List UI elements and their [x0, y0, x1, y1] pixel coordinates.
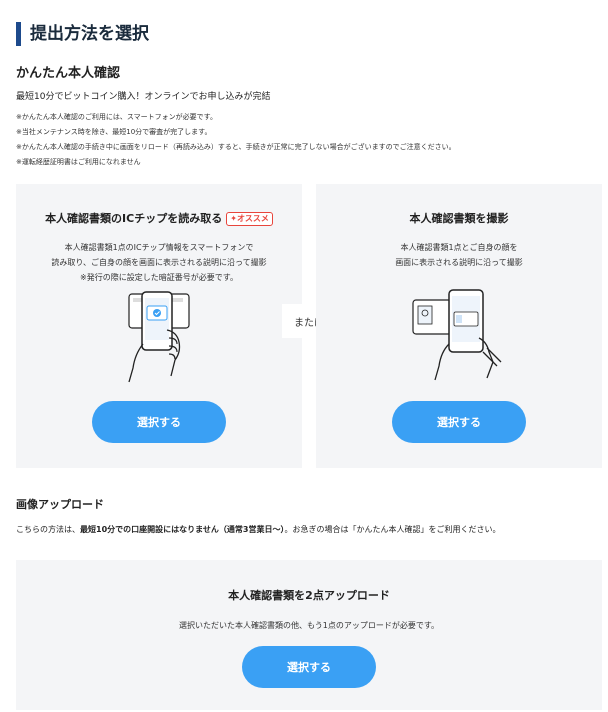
note-item: ※かんたん本人確認のご利用には、スマートフォンが必要です。: [16, 113, 217, 121]
notice-text-before: こちらの方法は、: [16, 525, 80, 534]
note-item: ※運転経歴証明書はご利用になれません: [16, 158, 141, 166]
page-title: 提出方法を選択: [16, 22, 149, 46]
upload-option-desc: 選択いただいた本人確認書類の他、もう1点のアップロードが必要です。: [178, 621, 440, 630]
desc-line: ※発行の際に設定した暗証番号が必要です。: [80, 273, 238, 282]
desc-line: 本人確認書類1点とご自身の顔を: [400, 243, 518, 252]
image-upload-notice: こちらの方法は、最短10分での口座開設にはなりません（通常3営業日〜）。お急ぎの…: [16, 524, 500, 535]
photo-option-card: 本人確認書類を撮影 本人確認書類1点とご自身の顔を 画面に表示される説明に沿って…: [316, 184, 602, 468]
photo-option-desc: 本人確認書類1点とご自身の顔を 画面に表示される説明に沿って撮影: [316, 240, 602, 270]
easy-verify-lead: 最短10分でビットコイン購入！オンラインでお申し込みが完結: [16, 92, 271, 102]
desc-line: 本人確認書類1点のICチップ情報をスマートフォンで: [64, 243, 254, 252]
ic-chip-option-title: 本人確認書類のICチップを読み取る ✦オススメ: [16, 210, 302, 226]
recommended-badge: ✦オススメ: [226, 212, 273, 226]
sparkle-icon: ✦: [230, 214, 237, 223]
notice-text-bold: 最短10分での口座開設にはなりません（通常3営業日〜）: [80, 525, 285, 534]
upload-select-button[interactable]: 選択する: [242, 646, 376, 688]
desc-line: 画面に表示される説明に沿って撮影: [395, 258, 523, 267]
image-upload-title: 画像アップロード: [16, 498, 104, 511]
desc-line: 読み取り、ご自身の顔を画面に表示される説明に沿って撮影: [51, 258, 267, 267]
ic-chip-option-title-text: 本人確認書類のICチップを読み取る: [45, 212, 223, 225]
phone-photo-id-illustration-icon: [412, 289, 502, 381]
easy-verify-notes: ※かんたん本人確認のご利用には、スマートフォンが必要です。 ※当社メンテナンス時…: [16, 110, 456, 170]
easy-verify-title: かんたん本人確認: [16, 66, 121, 81]
recommended-badge-label: オススメ: [236, 214, 269, 223]
ic-chip-option-card: 本人確認書類のICチップを読み取る ✦オススメ 本人確認書類1点のICチップ情報を…: [16, 184, 302, 468]
ic-chip-select-button[interactable]: 選択する: [92, 401, 226, 443]
upload-option-title: 本人確認書類を2点アップロード: [228, 589, 390, 602]
note-item: ※当社メンテナンス時を除き、最短10分で審査が完了します。: [16, 128, 212, 136]
phone-nfc-card-illustration-icon: [128, 291, 190, 383]
ic-chip-option-desc: 本人確認書類1点のICチップ情報をスマートフォンで 読み取り、ご自身の顔を画面に…: [16, 240, 302, 285]
notice-text-after: 。お急ぎの場合は「かんたん本人確認」をご利用ください。: [284, 525, 501, 534]
upload-option-card: 本人確認書類を2点アップロード 選択いただいた本人確認書類の他、もう1点のアップ…: [16, 560, 602, 710]
photo-option-title: 本人確認書類を撮影: [409, 212, 509, 225]
photo-select-button[interactable]: 選択する: [392, 401, 526, 443]
note-item: ※かんたん本人確認の手続き中に画面をリロード（再読み込み）すると、手続きが正常に…: [16, 143, 456, 151]
